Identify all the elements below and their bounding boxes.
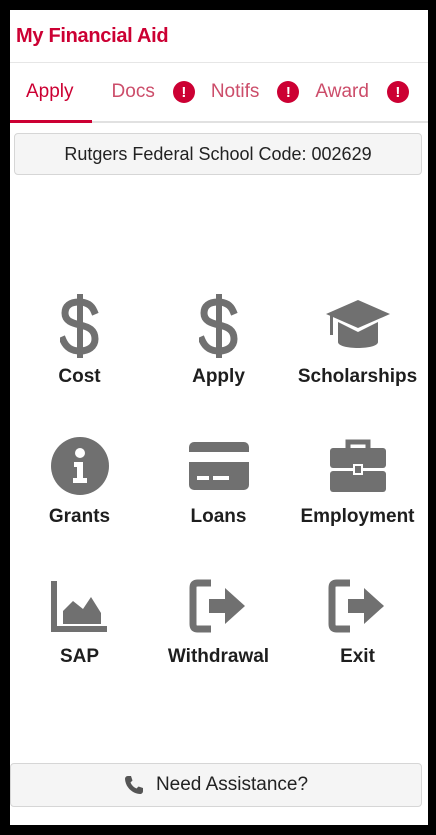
tab-award-label: Award [315, 81, 369, 102]
info-circle-icon [49, 430, 111, 502]
tile-grants[interactable]: Grants [10, 430, 149, 570]
tile-employment-label: Employment [300, 506, 415, 527]
award-alert-icon: ! [386, 81, 409, 103]
page-title: My Financial Aid [16, 24, 169, 47]
tile-apply-label: Apply [192, 366, 245, 387]
tab-apply[interactable]: Apply [10, 63, 92, 123]
briefcase-icon [328, 430, 388, 502]
tile-sap[interactable]: SAP [10, 570, 149, 710]
tile-sap-label: SAP [59, 646, 100, 667]
tile-scholarships[interactable]: Scholarships [288, 290, 427, 430]
tile-scholarships-label: Scholarships [297, 366, 418, 387]
tile-exit[interactable]: Exit [288, 570, 427, 710]
tab-apply-label: Apply [26, 81, 74, 102]
tile-withdrawal-label: Withdrawal [167, 646, 270, 667]
school-code-text: Rutgers Federal School Code: 002629 [64, 143, 372, 164]
sign-out-icon [328, 570, 388, 642]
school-code-banner: Rutgers Federal School Code: 002629 [14, 133, 422, 175]
tab-award[interactable]: Award ! [315, 63, 409, 121]
tile-loans[interactable]: Loans [149, 430, 288, 570]
tile-loans-label: Loans [190, 506, 247, 527]
app-frame: My Financial Aid Apply Docs ! Notifs ! A… [10, 10, 428, 825]
dollar-icon [59, 290, 100, 362]
tab-docs-label: Docs [111, 81, 155, 102]
tile-apply[interactable]: Apply [149, 290, 288, 430]
tile-exit-label: Exit [340, 646, 375, 667]
graduation-cap-icon [324, 290, 392, 362]
notifs-alert-icon: ! [277, 81, 300, 103]
tile-withdrawal[interactable]: Withdrawal [149, 570, 288, 710]
tab-notifs-label: Notifs [210, 81, 260, 102]
tab-notifs[interactable]: Notifs ! [211, 63, 300, 121]
need-assistance-button[interactable]: Need Assistance? [10, 763, 422, 807]
dollar-icon [198, 290, 239, 362]
area-chart-icon [50, 570, 109, 642]
title-bar: My Financial Aid [10, 10, 428, 63]
tab-docs[interactable]: Docs ! [112, 63, 195, 121]
need-assistance-label: Need Assistance? [155, 774, 309, 795]
credit-card-icon [187, 430, 251, 502]
tile-employment[interactable]: Employment [288, 430, 427, 570]
sign-out-icon [189, 570, 249, 642]
docs-alert-icon: ! [172, 81, 195, 103]
tab-bar: Apply Docs ! Notifs ! Award ! [10, 63, 428, 123]
tile-grants-label: Grants [48, 506, 111, 527]
phone-icon [124, 775, 144, 795]
tile-cost-label: Cost [58, 366, 101, 387]
tile-cost[interactable]: Cost [10, 290, 149, 430]
tile-grid: Cost Apply Scholarships Grants Loans Emp… [10, 290, 428, 710]
